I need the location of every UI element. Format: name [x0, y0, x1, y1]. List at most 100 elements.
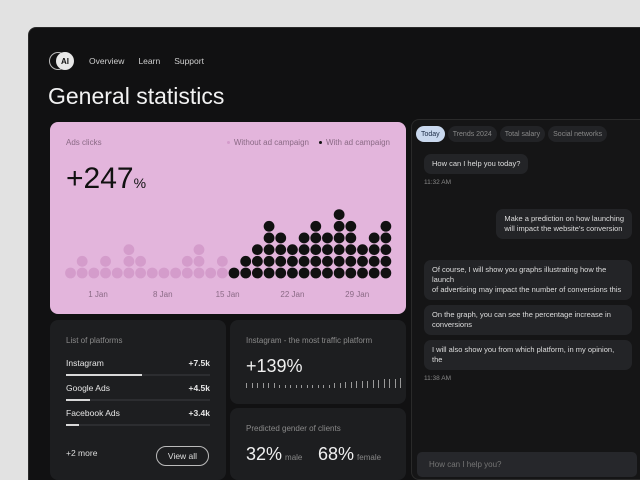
tick-mark: [389, 379, 390, 388]
platform-value: +4.5k: [188, 383, 210, 393]
platform-progress-fill: [66, 399, 91, 401]
x-axis-label: 15 Jan: [216, 290, 240, 299]
dot-with-campaign: [275, 244, 287, 256]
top-nav: AI Overview Learn Support: [49, 52, 204, 70]
dot-with-campaign: [380, 220, 392, 232]
platform-name: Facebook Ads: [66, 408, 120, 418]
nav-support[interactable]: Support: [174, 56, 204, 66]
dot-with-campaign: [263, 267, 275, 279]
dot-with-campaign: [380, 244, 392, 256]
tick-mark: [367, 380, 368, 388]
platform-name: Google Ads: [66, 383, 110, 393]
dot-without-campaign: [76, 255, 88, 267]
dot-with-campaign: [298, 267, 310, 279]
dot-with-campaign: [298, 232, 310, 244]
platform-row[interactable]: Facebook Ads +3.4k: [66, 408, 210, 426]
tab-social-networks[interactable]: Social networks: [548, 126, 608, 142]
platform-progress-fill: [66, 424, 79, 426]
dot-without-campaign: [135, 267, 146, 279]
gender-card: Predicted gender of clients 32% male 68% f…: [230, 408, 406, 480]
dot-with-campaign: [345, 244, 357, 256]
tick-mark: [383, 379, 385, 388]
tick-mark: [323, 385, 324, 388]
platform-progress-track: [66, 374, 210, 376]
dot-with-campaign: [345, 220, 357, 232]
dot-with-campaign: [345, 255, 357, 267]
male-label: male: [285, 453, 303, 462]
dot-without-campaign: [111, 267, 123, 279]
dot-without-campaign: [76, 267, 88, 279]
tick-mark: [251, 383, 253, 388]
dot-with-campaign: [333, 220, 345, 232]
dot-with-campaign: [298, 255, 310, 267]
tab-total-salary[interactable]: Total salary: [499, 126, 546, 142]
dot-with-campaign: [310, 244, 322, 256]
user-message: Make a prediction on how launching will …: [496, 209, 632, 239]
dot-without-campaign: [123, 267, 135, 279]
logo[interactable]: AI: [49, 52, 75, 70]
nav-learn[interactable]: Learn: [138, 56, 160, 66]
instagram-value: +139%: [246, 356, 303, 376]
tick-mark: [345, 382, 346, 388]
dot-with-campaign: [275, 255, 287, 267]
dot-with-campaign: [251, 267, 263, 279]
tab-today[interactable]: Today: [416, 126, 445, 142]
platforms-card: List of platforms Instagram +7.5k Google A…: [50, 320, 226, 480]
dot-without-campaign: [181, 255, 193, 267]
male-value: 32%: [246, 444, 283, 464]
bot-message: I will also show you from which platform…: [424, 340, 632, 370]
legend-dot-icon: [226, 141, 230, 145]
dot-with-campaign: [322, 255, 333, 267]
tick-mark: [295, 385, 297, 388]
dot-with-campaign: [287, 255, 298, 267]
dot-with-campaign: [263, 255, 275, 267]
male-stat: 32% male: [246, 444, 302, 465]
dot-without-campaign: [205, 267, 217, 279]
bot-message: How can I help you today?: [424, 154, 529, 174]
dot-with-campaign: [322, 267, 333, 279]
dot-with-campaign: [310, 255, 322, 267]
chat-input[interactable]: [417, 452, 637, 477]
legend-dot-icon: [318, 141, 322, 145]
ads-clicks-value: +247%: [66, 162, 146, 196]
tab-trends-2024[interactable]: Trends 2024: [447, 126, 497, 142]
message-list: How can I help you today? 11:32 AM Make …: [424, 154, 632, 388]
chart-legend: Without ad campaign With ad campaign: [226, 138, 390, 147]
tick-mark: [317, 385, 319, 388]
dot-without-campaign: [100, 267, 111, 279]
dot-with-campaign: [333, 209, 345, 220]
dot-without-campaign: [193, 267, 205, 279]
nav-overview[interactable]: Overview: [89, 56, 124, 66]
instagram-card: Instagram - the most traffic platform +1…: [230, 320, 406, 404]
dot-without-campaign: [216, 255, 228, 267]
tick-mark: [268, 383, 269, 388]
dot-with-campaign: [251, 255, 263, 267]
dot-with-campaign: [333, 232, 345, 244]
tick-mark: [246, 383, 247, 388]
dot-with-campaign: [322, 244, 333, 256]
gender-label: Predicted gender of clients: [246, 424, 341, 433]
dot-without-campaign: [193, 255, 205, 267]
dot-without-campaign: [123, 255, 135, 267]
ads-value-unit: %: [133, 175, 147, 191]
tick-mark: [279, 385, 280, 388]
dot-with-campaign: [275, 232, 287, 244]
dot-with-campaign: [357, 244, 368, 256]
ads-value-number: +247: [66, 162, 134, 195]
platform-row[interactable]: Google Ads +4.5k: [66, 383, 210, 401]
dot-without-campaign: [193, 244, 205, 256]
platform-row[interactable]: Instagram +7.5k: [66, 358, 210, 376]
tick-mark: [350, 381, 352, 388]
view-all-button[interactable]: View all: [156, 446, 209, 466]
chat-tabs: Today Trends 2024 Total salary Social ne…: [416, 126, 608, 142]
x-axis-label: 1 Jan: [88, 290, 108, 299]
dot-with-campaign: [298, 244, 310, 256]
dot-without-campaign: [88, 267, 100, 279]
platform-value: +3.4k: [188, 408, 210, 418]
tick-mark: [273, 383, 275, 388]
chat-panel: Today Trends 2024 Total salary Social ne…: [411, 119, 640, 480]
dot-without-campaign: [135, 255, 146, 267]
dot-with-campaign: [333, 255, 345, 267]
dot-with-campaign: [310, 220, 322, 232]
more-count[interactable]: +2 more: [66, 448, 97, 458]
